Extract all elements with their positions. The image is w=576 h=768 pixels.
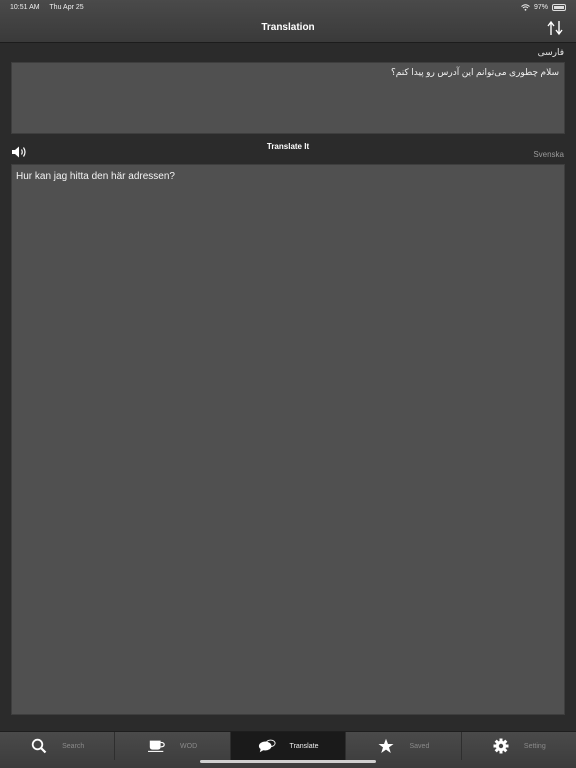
tab-label: Setting — [523, 742, 546, 750]
wifi-icon — [521, 3, 530, 11]
page-title: Translation — [261, 22, 315, 33]
search-icon — [30, 738, 48, 754]
speech-bubbles-icon — [258, 738, 276, 754]
source-text-input[interactable]: سلام چطوری می‌توانم این آدرس رو پیدا کنم… — [11, 62, 565, 134]
battery-icon — [552, 3, 566, 11]
swap-arrows-icon — [547, 20, 563, 36]
tab-label: Search — [62, 742, 85, 750]
star-icon — [377, 738, 395, 754]
tab-setting[interactable]: Setting — [462, 732, 576, 760]
source-language-label[interactable]: فارسی — [538, 47, 564, 58]
battery-percent: 97% — [533, 3, 548, 11]
tab-label: Saved — [409, 742, 430, 750]
speaker-icon — [12, 146, 26, 158]
tab-search[interactable]: Search — [0, 732, 116, 760]
target-language-label[interactable]: Svenska — [533, 150, 564, 159]
tab-label: Translate — [289, 742, 319, 750]
gear-icon — [492, 738, 510, 754]
speak-button[interactable] — [11, 145, 29, 159]
translation-output[interactable]: Hur kan jag hitta den här adressen? — [11, 164, 565, 715]
coffee-cup-icon — [148, 738, 166, 754]
swap-languages-button[interactable] — [544, 18, 566, 38]
status-bar: 10:51 AM Thu Apr 25 97% — [0, 0, 576, 14]
tab-wod[interactable]: WOD — [115, 732, 231, 760]
home-indicator[interactable] — [200, 760, 376, 763]
status-date: Thu Apr 25 — [49, 3, 84, 11]
tab-saved[interactable]: Saved — [346, 732, 462, 760]
status-time: 10:51 AM — [10, 3, 40, 11]
battery-fill — [554, 5, 564, 9]
tab-label: WOD — [180, 742, 198, 750]
tab-translate[interactable]: Translate — [230, 732, 347, 760]
translate-button[interactable]: Translate It — [240, 142, 336, 154]
